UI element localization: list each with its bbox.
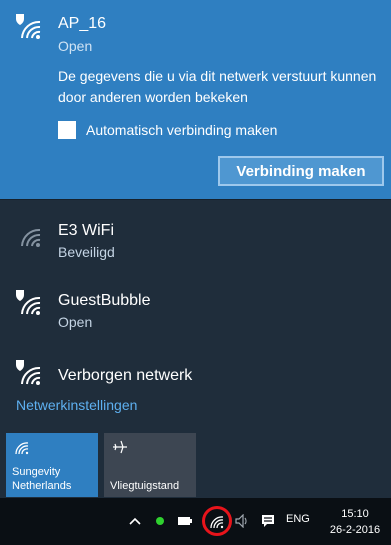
- network-status: Beveiligd: [58, 244, 115, 260]
- quick-action-label: Vliegtuigstand: [110, 480, 180, 492]
- security-warning: De gegevens die u via dit netwerk verstu…: [58, 68, 377, 105]
- wifi-icon: [14, 439, 30, 455]
- wifi-open-shield-icon: [14, 288, 44, 318]
- network-flyout: AP_16 Open De gegevens die u via dit net…: [0, 0, 391, 498]
- language-indicator[interactable]: ENG: [286, 513, 310, 525]
- clock-date: 26-2-2016: [329, 524, 381, 536]
- auto-connect-row[interactable]: Automatisch verbinding maken: [58, 120, 277, 140]
- quick-action-label: Sungevity Netherlands: [12, 466, 72, 492]
- network-name: Verborgen netwerk: [58, 367, 193, 384]
- divider: [0, 199, 391, 200]
- selected-network-status: Open: [58, 38, 93, 54]
- quick-action-airplane-mode[interactable]: Vliegtuigstand: [104, 433, 196, 497]
- auto-connect-label: Automatisch verbinding maken: [86, 122, 278, 138]
- quick-action-wifi[interactable]: Sungevity Netherlands: [6, 433, 98, 497]
- auto-connect-checkbox[interactable]: [58, 121, 76, 139]
- selected-network-card[interactable]: AP_16 Open De gegevens die u via dit net…: [0, 0, 391, 199]
- taskbar: ENG 15:10 26-2-2016: [0, 498, 391, 545]
- network-status: Open: [58, 314, 93, 330]
- selected-network-name: AP_16: [58, 15, 107, 32]
- airplane-icon: [112, 439, 128, 455]
- clock[interactable]: 15:10 26-2-2016: [324, 506, 386, 538]
- volume-icon[interactable]: [234, 512, 250, 530]
- action-center-icon[interactable]: [260, 512, 276, 530]
- network-settings-link[interactable]: Netwerkinstellingen: [16, 397, 137, 413]
- wifi-open-shield-icon: [14, 358, 44, 388]
- network-name: E3 WiFi: [58, 222, 114, 239]
- wifi-secured-icon: [14, 220, 44, 250]
- network-name: GuestBubble: [58, 292, 151, 309]
- connect-button[interactable]: Verbinding maken: [218, 156, 384, 186]
- battery-icon[interactable]: [176, 512, 194, 530]
- status-dot-icon[interactable]: [154, 512, 166, 530]
- clock-time: 15:10: [341, 508, 369, 520]
- chevron-up-icon[interactable]: [128, 512, 142, 530]
- highlight-circle: [202, 506, 232, 536]
- wifi-open-shield-icon: [14, 12, 44, 42]
